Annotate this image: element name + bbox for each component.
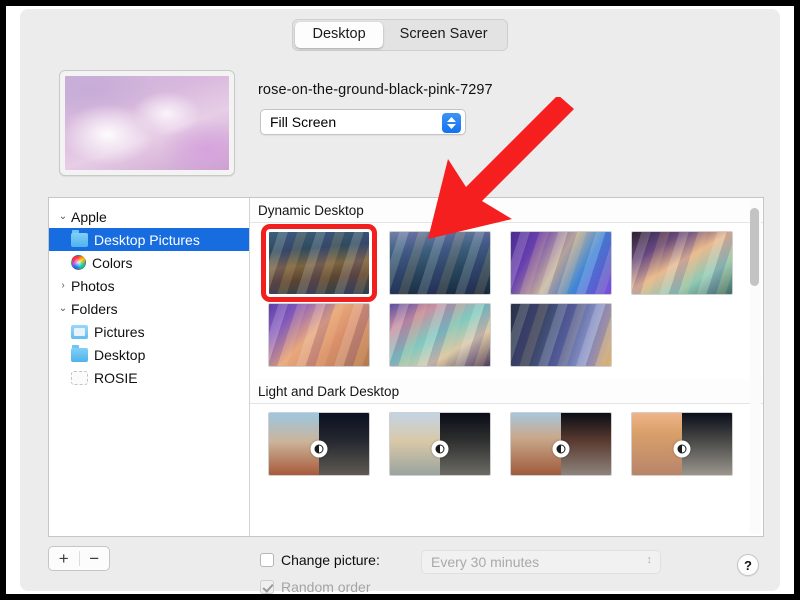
sidebar-item-desktop-pictures[interactable]: Desktop Pictures [49,228,249,251]
scrollbar-thumb[interactable] [750,208,759,286]
sidebar-item-photos[interactable]: › Photos [49,274,249,297]
sidebar-item-label: Pictures [94,324,145,340]
change-interval-select[interactable]: Every 30 minutes ↕ [421,550,661,574]
source-sidebar[interactable]: ⌄ Apple Desktop Pictures Colors › Photos… [49,198,250,536]
wallpaper-thumbnail[interactable] [510,303,612,367]
section-header-dynamic-desktop: Dynamic Desktop [250,198,763,223]
tab-desktop[interactable]: Desktop [295,22,382,48]
thumbnail-row [250,404,763,476]
wallpaper-thumbnail[interactable] [268,412,370,476]
light-dark-badge-icon [553,440,570,457]
sidebar-item-pictures[interactable]: Pictures [49,320,249,343]
random-order-row[interactable]: Random order [260,579,371,595]
wallpaper-thumbnail[interactable] [389,412,491,476]
folder-empty-icon [71,371,88,385]
wallpaper-thumbnail[interactable] [389,231,491,295]
disclosure-triangle-icon[interactable]: › [55,280,71,291]
sidebar-item-label: ROSIE [94,370,138,386]
tab-group: Desktop Screen Saver [292,19,507,51]
sidebar-item-label: Apple [71,209,107,225]
chevron-down-icon [447,124,456,129]
wallpaper-thumbnail[interactable] [631,412,733,476]
wallpaper-thumbnail[interactable] [268,231,370,295]
sidebar-item-label: Desktop Pictures [94,232,200,248]
fit-mode-value: Fill Screen [270,114,336,130]
change-picture-checkbox[interactable] [260,553,274,567]
desktop-preview-image [65,76,229,170]
sidebar-item-label: Photos [71,278,115,294]
chevron-updown-icon: ↕ [647,555,653,566]
change-interval-value: Every 30 minutes [431,554,539,570]
random-order-label: Random order [281,579,371,595]
change-picture-label: Change picture: [281,552,380,568]
disclosure-triangle-icon[interactable]: ⌄ [55,303,71,314]
sidebar-item-colors[interactable]: Colors [49,251,249,274]
wallpaper-thumbnail[interactable] [631,231,733,295]
content-area: ⌄ Apple Desktop Pictures Colors › Photos… [48,197,764,537]
sidebar-item-apple[interactable]: ⌄ Apple [49,205,249,228]
wallpaper-filename: rose-on-the-ground-black-pink-7297 [258,82,493,98]
thumbnail-row [250,223,763,295]
light-dark-badge-icon [674,440,691,457]
help-button[interactable]: ? [737,554,759,576]
wallpaper-thumbnail[interactable] [389,303,491,367]
thumbnail-row [250,295,763,367]
sidebar-item-label: Folders [71,301,118,317]
sidebar-item-label: Desktop [94,347,145,363]
stepper-icon[interactable] [442,113,461,133]
disclosure-triangle-icon[interactable]: ⌄ [55,211,71,222]
screenshot-frame: Desktop Screen Saver rose-on-the-ground-… [0,0,800,600]
chevron-up-icon [447,117,456,122]
sidebar-item-folders[interactable]: ⌄ Folders [49,297,249,320]
wallpaper-grid[interactable]: Dynamic Desktop Light and Dark Desktop [250,198,763,536]
wallpaper-thumbnail[interactable] [510,231,612,295]
add-remove-folder-group: + − [48,546,110,571]
tab-bar: Desktop Screen Saver [20,19,780,51]
desktop-preview-box [59,70,235,176]
folder-icon [71,348,88,362]
wallpaper-thumbnail[interactable] [510,412,612,476]
desktop-screensaver-window: Desktop Screen Saver rose-on-the-ground-… [20,9,780,591]
sidebar-item-label: Colors [92,255,132,271]
light-dark-badge-icon [311,440,328,457]
folder-icon [71,233,88,247]
wallpaper-thumbnail[interactable] [268,303,370,367]
add-folder-button[interactable]: + [49,547,79,570]
change-picture-row[interactable]: Change picture: [260,552,380,568]
color-wheel-icon [71,255,86,270]
folder-pictures-icon [71,325,88,339]
remove-folder-button[interactable]: − [80,547,110,570]
fit-mode-select[interactable]: Fill Screen [260,109,466,135]
sidebar-item-desktop[interactable]: Desktop [49,343,249,366]
sidebar-item-rosie[interactable]: ROSIE [49,366,249,389]
section-header-light-and-dark-desktop: Light and Dark Desktop [250,379,763,404]
scrollbar-track[interactable] [750,200,761,534]
light-dark-badge-icon [432,440,449,457]
random-order-checkbox[interactable] [260,580,274,594]
tab-screen-saver[interactable]: Screen Saver [383,22,505,48]
